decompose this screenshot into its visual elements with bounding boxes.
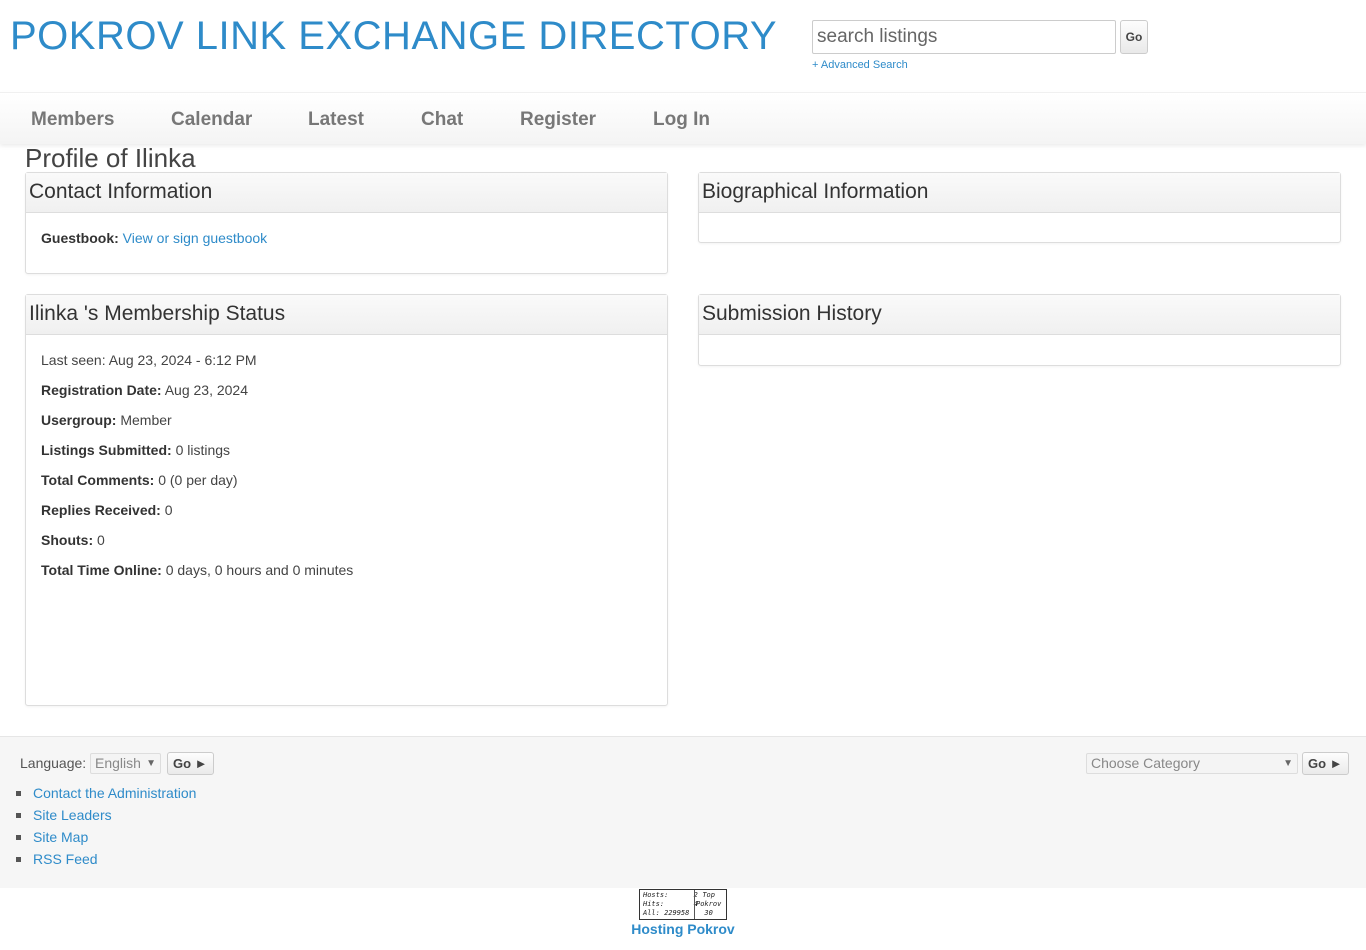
contact-heading: Contact Information <box>26 173 667 213</box>
rss-feed-link[interactable]: RSS Feed <box>33 851 98 867</box>
all-label: All: <box>643 909 660 917</box>
last-seen: Last seen: Aug 23, 2024 - 6:12 PM <box>41 352 257 368</box>
stat-value: Member <box>120 412 172 428</box>
stat-label: Total Comments: <box>41 472 155 488</box>
page-title: Profile of Ilinka <box>25 143 196 173</box>
replies-received-row: Replies Received: 0 <box>41 502 173 518</box>
guestbook-label: Guestbook: <box>41 230 119 246</box>
list-item: Site Map <box>16 826 196 848</box>
footer: Language: English ▼ Go ► Choose Category… <box>0 736 1366 888</box>
list-item: Contact the Administration <box>16 782 196 804</box>
guestbook-row: Guestbook: View or sign guestbook <box>41 230 267 246</box>
hit-counter-badge[interactable]: Hosts: 2 Hits: 4 All: 229958 Top Pokrov … <box>639 889 727 920</box>
language-value: English <box>95 755 141 771</box>
list-item: Site Leaders <box>16 804 196 826</box>
nav-item-register[interactable]: Register <box>520 109 596 131</box>
top-label: Top <box>702 891 715 899</box>
contact-panel: Contact Information Guestbook: View or s… <box>25 172 668 274</box>
stat-label: Registration Date: <box>41 382 162 398</box>
footer-links: Contact the Administration Site Leaders … <box>16 782 196 870</box>
hosting-credit: Hosting Pokrov <box>0 921 1366 937</box>
site-leaders-link[interactable]: Site Leaders <box>33 807 112 823</box>
advanced-search-link[interactable]: + Advanced Search <box>812 59 908 71</box>
submission-panel: Submission History <box>698 294 1341 366</box>
guestbook-link[interactable]: View or sign guestbook <box>123 230 268 246</box>
counter-stats: Hosts: 2 Hits: 4 All: 229958 <box>643 891 698 918</box>
stat-value: Aug 23, 2024 <box>164 382 248 398</box>
submission-heading: Submission History <box>699 295 1340 335</box>
nav-item-chat[interactable]: Chat <box>421 109 463 131</box>
stat-label: Usergroup: <box>41 412 117 428</box>
language-label: Language: <box>20 755 87 771</box>
stat-label: Shouts: <box>41 532 94 548</box>
language-select[interactable]: English ▼ <box>90 753 161 774</box>
category-go-button[interactable]: Go ► <box>1302 752 1349 775</box>
nav-item-calendar[interactable]: Calendar <box>171 109 252 131</box>
total-comments-row: Total Comments: 0 (0 per day) <box>41 472 238 488</box>
main-nav: Members Calendar Latest Chat Register Lo… <box>0 92 1366 144</box>
top-value: 30 <box>704 909 713 917</box>
hosting-link[interactable]: Hosting Pokrov <box>631 921 734 937</box>
search-input[interactable] <box>812 20 1116 54</box>
site-title[interactable]: POKROV LINK EXCHANGE DIRECTORY <box>10 14 777 59</box>
all-value: 229958 <box>664 909 690 917</box>
contact-admin-link[interactable]: Contact the Administration <box>33 785 196 801</box>
shouts-row: Shouts: 0 <box>41 532 105 548</box>
nav-item-members[interactable]: Members <box>31 109 114 131</box>
stat-label: Listings Submitted: <box>41 442 172 458</box>
time-online-row: Total Time Online: 0 days, 0 hours and 0… <box>41 562 353 578</box>
stat-label: Replies Received: <box>41 502 161 518</box>
counter-divider <box>694 890 695 919</box>
category-select[interactable]: Choose Category ▼ <box>1086 753 1298 774</box>
chevron-down-icon: ▼ <box>1283 758 1293 769</box>
stat-value: 0 (0 per day) <box>158 472 238 488</box>
nav-item-login[interactable]: Log In <box>653 109 710 131</box>
usergroup-row: Usergroup: Member <box>41 412 172 428</box>
stat-value: 0 days, 0 hours and 0 minutes <box>165 562 354 578</box>
membership-heading: Ilinka 's Membership Status <box>26 295 667 335</box>
chevron-down-icon: ▼ <box>146 758 156 769</box>
stat-value: 0 listings <box>175 442 231 458</box>
counter-top: Top Pokrov 30 <box>696 891 721 918</box>
site-map-link[interactable]: Site Map <box>33 829 88 845</box>
stat-label: Total Time Online: <box>41 562 162 578</box>
category-value: Choose Category <box>1091 755 1200 771</box>
language-go-button[interactable]: Go ► <box>167 752 214 775</box>
bio-heading: Biographical Information <box>699 173 1340 213</box>
stat-value: 0 <box>97 532 105 548</box>
bio-panel: Biographical Information <box>698 172 1341 243</box>
registration-date-row: Registration Date: Aug 23, 2024 <box>41 382 248 398</box>
membership-panel: Ilinka 's Membership Status Last seen: A… <box>25 294 668 706</box>
hosts-label: Hosts: <box>643 891 669 899</box>
nav-item-latest[interactable]: Latest <box>308 109 364 131</box>
search-go-button[interactable]: Go <box>1120 20 1148 54</box>
listings-submitted-row: Listings Submitted: 0 listings <box>41 442 230 458</box>
top-name: Pokrov <box>696 900 722 908</box>
list-item: RSS Feed <box>16 848 196 870</box>
stat-value: 0 <box>164 502 173 518</box>
hits-label: Hits: <box>643 900 665 908</box>
